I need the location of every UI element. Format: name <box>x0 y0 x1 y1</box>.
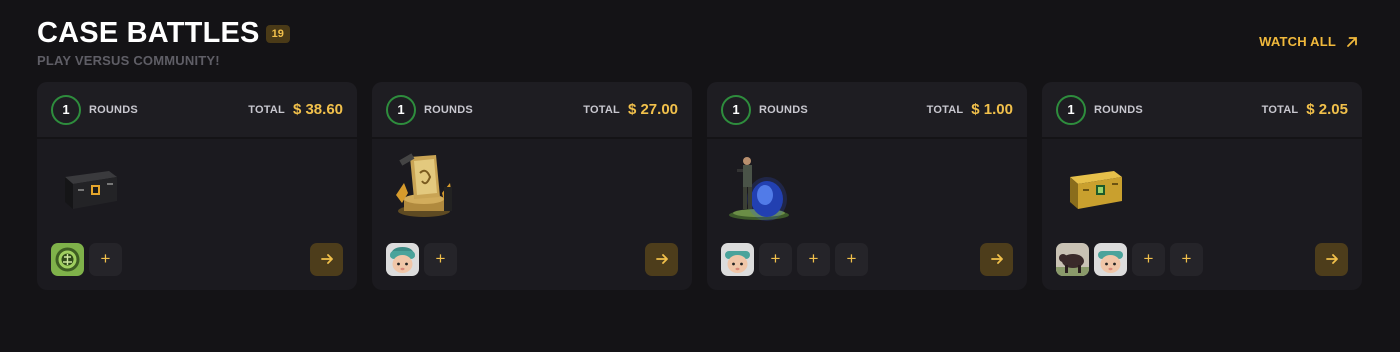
battle-card-footer: + + <box>1056 242 1348 276</box>
player-avatar[interactable] <box>386 242 419 276</box>
total-value: $ 27.00 <box>627 101 678 118</box>
join-slot-button[interactable]: + <box>1132 242 1165 276</box>
player-avatar[interactable] <box>721 242 754 276</box>
black-weapon-case-icon <box>65 171 117 209</box>
player-avatar[interactable] <box>1056 242 1089 276</box>
enter-battle-button[interactable] <box>310 242 343 276</box>
arrow-right-icon <box>320 254 333 264</box>
rounds-count: 1 <box>721 94 751 125</box>
total-value: $ 1.00 <box>971 101 1013 118</box>
green-emblem-avatar-icon <box>51 242 84 276</box>
player-avatar[interactable] <box>1094 242 1127 276</box>
rounds-count: 1 <box>386 94 416 125</box>
battle-total: TOTAL $ 2.05 <box>1262 101 1348 118</box>
total-label: TOTAL <box>583 103 620 116</box>
battle-card[interactable]: 1 ROUNDS TOTAL $ 27.00 + <box>372 82 692 290</box>
case-list <box>707 139 1027 231</box>
player-avatar[interactable] <box>51 242 84 276</box>
yellow-weapon-case-icon <box>1070 171 1122 209</box>
battle-card[interactable]: 1 ROUNDS TOTAL $ 38.60 + <box>37 82 357 290</box>
soldier-egg-icon <box>729 157 789 221</box>
enter-battle-button[interactable] <box>980 242 1013 276</box>
battle-card[interactable]: 1 ROUNDS TOTAL $ 2.05 + + <box>1042 82 1362 290</box>
join-slot-button[interactable]: + <box>797 242 830 276</box>
join-slot-button[interactable]: + <box>89 242 122 276</box>
total-value: $ 2.05 <box>1306 101 1348 118</box>
case-list <box>372 139 692 231</box>
battle-count-badge: 19 <box>265 25 290 43</box>
total-value: $ 38.60 <box>292 101 343 118</box>
join-slot-button[interactable]: + <box>759 242 792 276</box>
join-slot-button[interactable]: + <box>1170 242 1203 276</box>
battle-card-footer: + <box>51 242 343 276</box>
arrow-right-icon <box>655 254 668 264</box>
arrow-right-icon <box>990 254 1003 264</box>
rounds-count: 1 <box>51 94 81 125</box>
section-header: CASE BATTLES 19 PLAY VERSUS COMMUNITY! <box>37 16 290 68</box>
rounds-label: ROUNDS <box>424 103 473 116</box>
rounds-label: ROUNDS <box>89 103 138 116</box>
enter-battle-button[interactable] <box>1315 242 1348 276</box>
battle-card-header: 1 ROUNDS TOTAL $ 1.00 <box>707 82 1027 139</box>
golden-card-trophy-icon <box>396 153 452 217</box>
rounds-count: 1 <box>1056 94 1086 125</box>
watch-all-link[interactable]: WATCH ALL <box>1259 34 1359 49</box>
join-slot-button[interactable]: + <box>424 242 457 276</box>
arrow-up-right-icon <box>1347 36 1357 47</box>
title-row: CASE BATTLES 19 <box>37 16 290 50</box>
case-list <box>37 139 357 231</box>
battle-total: TOTAL $ 38.60 <box>248 101 343 118</box>
total-label: TOTAL <box>248 103 285 116</box>
case-list <box>1042 139 1362 231</box>
child-avatar-icon <box>386 242 419 276</box>
battle-card-footer: + <box>386 242 678 276</box>
page-title: CASE BATTLES <box>37 17 260 49</box>
battle-card-header: 1 ROUNDS TOTAL $ 38.60 <box>37 82 357 139</box>
child-avatar-icon <box>1094 242 1127 276</box>
page-subtitle: PLAY VERSUS COMMUNITY! <box>37 53 220 68</box>
battle-total: TOTAL $ 27.00 <box>583 101 678 118</box>
rounds-label: ROUNDS <box>759 103 808 116</box>
join-slot-button[interactable]: + <box>835 242 868 276</box>
enter-battle-button[interactable] <box>645 242 678 276</box>
bull-avatar-icon <box>1056 242 1089 276</box>
arrow-right-icon <box>1325 254 1338 264</box>
child-avatar-icon <box>721 242 754 276</box>
battle-card-header: 1 ROUNDS TOTAL $ 2.05 <box>1042 82 1362 139</box>
battle-total: TOTAL $ 1.00 <box>927 101 1013 118</box>
battle-list: 1 ROUNDS TOTAL $ 38.60 + 1 ROUNDS TOTAL … <box>37 82 1362 290</box>
battle-card-header: 1 ROUNDS TOTAL $ 27.00 <box>372 82 692 139</box>
battle-card-footer: + + + <box>721 242 1013 276</box>
battle-card[interactable]: 1 ROUNDS TOTAL $ 1.00 + + + <box>707 82 1027 290</box>
total-label: TOTAL <box>1261 103 1299 116</box>
rounds-label: ROUNDS <box>1094 103 1143 116</box>
watch-all-label: WATCH ALL <box>1259 34 1336 49</box>
total-label: TOTAL <box>926 103 964 116</box>
